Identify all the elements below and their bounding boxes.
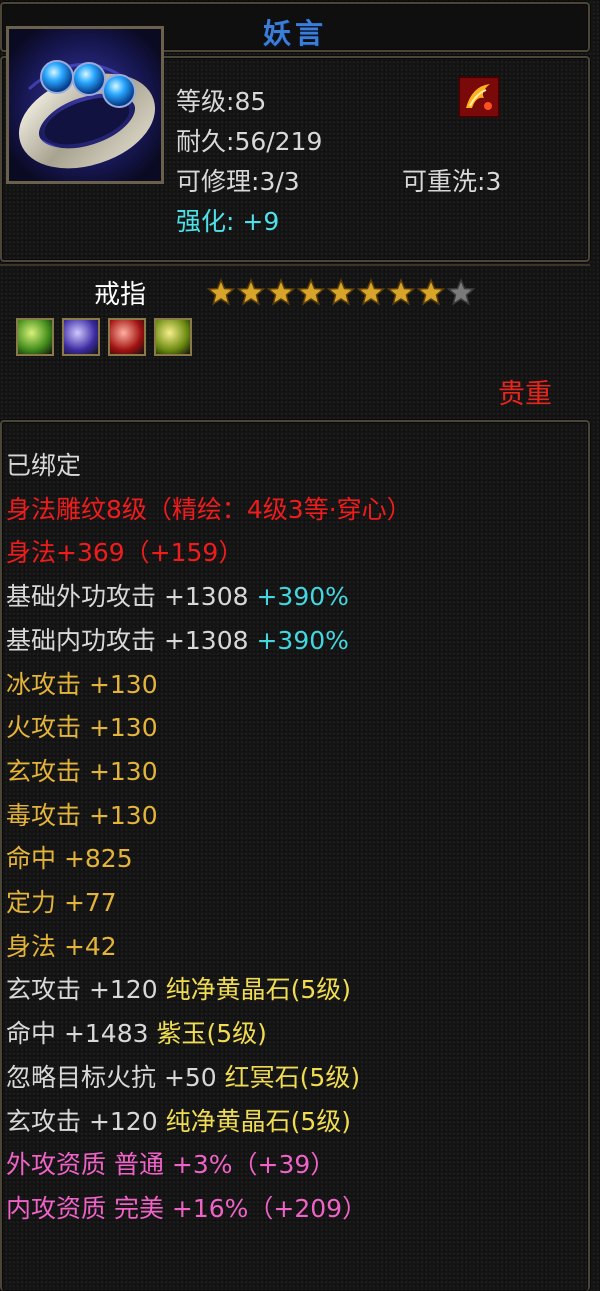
attribute-text: 玄攻击 +120 (6, 1106, 166, 1136)
attribute-line: 基础外功攻击 +1308 +390% (6, 575, 412, 619)
star-empty-icon (446, 278, 476, 306)
attribute-line: 忽略目标火抗 +50 红冥石(5级) (6, 1056, 412, 1100)
attribute-text: 毒攻击 +130 (6, 800, 158, 830)
star-filled-icon (266, 278, 296, 306)
star-filled-icon (326, 278, 356, 306)
star-filled-icon (386, 278, 416, 306)
attribute-line: 火攻击 +130 (6, 706, 412, 750)
durability-value: 56/219 (234, 127, 323, 156)
yellow-gem-icon[interactable] (154, 318, 192, 356)
attribute-line: 冰攻击 +130 (6, 663, 412, 707)
attribute-text: 身法雕纹8级（精绘：4级3等·穿心） (6, 494, 412, 524)
attribute-line: 玄攻击 +120 纯净黄晶石(5级) (6, 1100, 412, 1144)
star-filled-icon (206, 278, 236, 306)
star-filled-icon (296, 278, 326, 306)
enhance-label: 强化: (176, 207, 235, 236)
item-durability: 耐久:56/219 (176, 122, 322, 158)
green-gem-icon[interactable] (16, 318, 54, 356)
attribute-line: 玄攻击 +130 (6, 750, 412, 794)
attribute-line: 已绑定 (6, 444, 412, 488)
attribute-text: 外攻资质 普通 +3%（+39） (6, 1150, 336, 1180)
attribute-text: 命中 +825 (6, 844, 133, 874)
attribute-text: 纯净黄晶石(5级) (165, 1106, 351, 1136)
item-repairable: 可修理:3/3 (176, 162, 300, 198)
attribute-list: 已绑定身法雕纹8级（精绘：4级3等·穿心） 身法+369（+159） 基础外功攻击 … (6, 444, 412, 1231)
star-rating (206, 278, 476, 306)
attribute-line: 命中 +1483 紫玉(5级) (6, 1012, 412, 1056)
attribute-line: 定力 +77 (6, 881, 412, 925)
attribute-line: 基础内功攻击 +1308 +390% (6, 619, 412, 663)
rarity-label: 贵重 (498, 379, 552, 410)
item-type: 戒指 (94, 280, 147, 310)
durability-label: 耐久: (176, 127, 235, 156)
attribute-text: 基础内功攻击 +1308 (6, 625, 257, 655)
ring-icon (6, 26, 164, 184)
item-enhance: 强化: +9 (176, 202, 279, 238)
attribute-text: +390% (256, 582, 349, 612)
attribute-text: +390% (256, 625, 349, 655)
star-filled-icon (356, 278, 386, 306)
attribute-line: 内攻资质 完美 +16%（+209） (6, 1187, 412, 1231)
attribute-line: 外攻资质 普通 +3%（+39） (6, 1143, 412, 1187)
attribute-text: 玄攻击 +130 (6, 756, 158, 786)
attribute-text: 红冥石(5级) (224, 1062, 361, 1092)
attribute-text: 忽略目标火抗 +50 (6, 1062, 225, 1092)
attribute-text: 内攻资质 完美 +16%（+209） (6, 1193, 368, 1223)
phoenix-badge-icon (458, 76, 500, 118)
attribute-line: 身法雕纹8级（精绘：4级3等·穿心） (6, 488, 412, 532)
red-gem-icon[interactable] (108, 318, 146, 356)
attribute-text: 定力 +77 (6, 888, 117, 918)
attribute-text: 冰攻击 +130 (6, 669, 158, 699)
purple-gem-icon[interactable] (62, 318, 100, 356)
attribute-line: 毒攻击 +130 (6, 794, 412, 838)
attribute-text: 玄攻击 +120 (6, 975, 166, 1005)
item-level: 等级:85 (176, 82, 266, 118)
header-divider (0, 264, 590, 266)
attribute-text: 命中 +1483 (6, 1019, 157, 1049)
rewash-value: 3 (485, 167, 502, 196)
gem-sockets (16, 318, 200, 360)
item-rewash: 可重洗:3 (402, 162, 501, 198)
level-label: 等级: (176, 87, 235, 116)
attribute-text: 基础外功攻击 +1308 (6, 582, 257, 612)
attribute-line: 命中 +825 (6, 837, 412, 881)
attribute-text: 身法 +42 (6, 931, 117, 961)
rewash-label: 可重洗: (402, 167, 486, 196)
star-filled-icon (236, 278, 266, 306)
attribute-text: 纯净黄晶石(5级) (165, 975, 351, 1005)
attribute-line: 玄攻击 +120 纯净黄晶石(5级) (6, 968, 412, 1012)
attribute-line: 身法 +42 (6, 925, 412, 969)
enhance-value: +9 (234, 207, 280, 236)
attribute-text: 身法+369（+159） (6, 538, 244, 568)
repairable-value: 3/3 (259, 167, 300, 196)
attribute-line: 身法+369（+159） (6, 531, 412, 575)
star-filled-icon (416, 278, 446, 306)
attribute-text: 已绑定 (6, 451, 82, 480)
attribute-text: 紫玉(5级) (156, 1019, 267, 1049)
level-value: 85 (234, 87, 267, 116)
repairable-label: 可修理: (176, 167, 260, 196)
attribute-text: 火攻击 +130 (6, 713, 158, 743)
